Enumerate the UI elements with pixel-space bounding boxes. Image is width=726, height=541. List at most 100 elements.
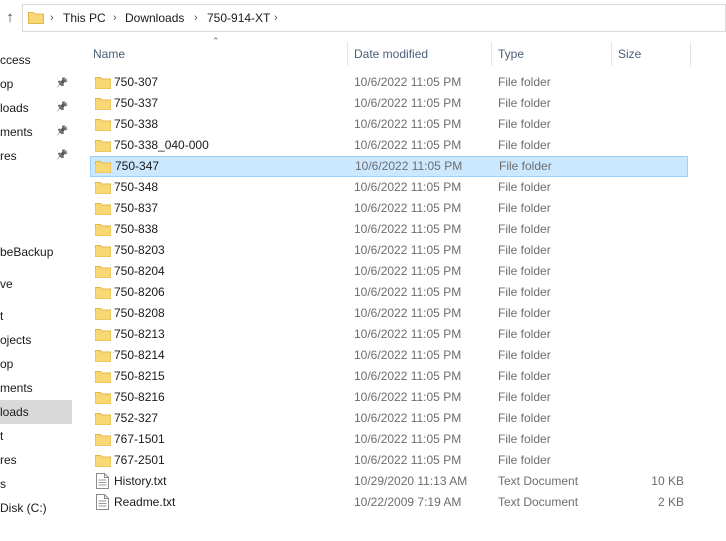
folder-row[interactable]: 750-338 10/6/2022 11:05 PM File folder	[90, 114, 688, 135]
file-date-modified: 10/6/2022 11:05 PM	[354, 243, 462, 257]
file-date-modified: 10/6/2022 11:05 PM	[354, 348, 462, 362]
nav-item[interactable]: ments 📌	[0, 120, 72, 144]
file-date-modified: 10/6/2022 11:05 PM	[354, 201, 462, 215]
column-header-size[interactable]: Size	[618, 42, 641, 66]
folder-icon	[95, 203, 111, 215]
file-date-modified: 10/6/2022 11:05 PM	[354, 138, 462, 152]
nav-item[interactable]: loads 📌	[0, 96, 72, 120]
nav-item[interactable]: ments	[0, 376, 72, 400]
nav-item[interactable]: beBackup	[0, 240, 72, 264]
chevron-right-icon: ›	[113, 12, 117, 24]
folder-row[interactable]: 750-338_040-000 10/6/2022 11:05 PM File fo…	[90, 135, 688, 156]
nav-item-label: ccess	[0, 53, 31, 67]
file-name: 750-307	[114, 75, 159, 89]
file-date-modified: 10/6/2022 11:05 PM	[354, 96, 462, 110]
arrow-up-icon[interactable]: ↑	[2, 9, 18, 27]
nav-item-label: res	[0, 453, 17, 467]
column-divider[interactable]	[347, 42, 348, 66]
nav-item[interactable]: op	[0, 352, 72, 376]
file-type: File folder	[498, 432, 551, 446]
folder-row[interactable]: 750-8203 10/6/2022 11:05 PM File folder	[90, 240, 688, 261]
address-box[interactable]: › This PC › Downloads › 750-914-XT ›	[22, 4, 726, 32]
file-name: 750-838	[114, 222, 159, 236]
file-name: 750-8215	[114, 369, 165, 383]
folder-row[interactable]: 750-8213 10/6/2022 11:05 PM File folder	[90, 324, 688, 345]
nav-item[interactable]: ve	[0, 272, 72, 296]
file-date-modified: 10/6/2022 11:05 PM	[354, 180, 462, 194]
folder-row[interactable]: 750-337 10/6/2022 11:05 PM File folder	[90, 93, 688, 114]
folder-row[interactable]: 750-838 10/6/2022 11:05 PM File folder	[90, 219, 688, 240]
folder-row[interactable]: 767-1501 10/6/2022 11:05 PM File folder	[90, 429, 688, 450]
file-date-modified: 10/22/2009 7:19 AM	[354, 495, 462, 509]
file-name: 750-338	[114, 117, 159, 131]
nav-item[interactable]: res 📌	[0, 144, 72, 168]
file-name: 750-8208	[114, 306, 165, 320]
file-date-modified: 10/29/2020 11:13 AM	[354, 474, 468, 488]
column-divider[interactable]	[491, 42, 492, 66]
address-bar-row: ↑ › This PC › Downloads › 750-914-XT ›	[0, 0, 726, 36]
column-header-type[interactable]: Type	[498, 42, 524, 66]
folder-row[interactable]: 752-327 10/6/2022 11:05 PM File folder	[90, 408, 688, 429]
folder-row[interactable]: 750-307 10/6/2022 11:05 PM File folder	[90, 72, 688, 93]
breadcrumb-downloads[interactable]: Downloads	[125, 11, 184, 25]
file-name: 750-347	[115, 159, 160, 173]
nav-item[interactable]: ccess	[0, 48, 72, 72]
column-header-date-modified[interactable]: Date modified	[354, 42, 428, 66]
nav-item-label: Disk (C:)	[0, 501, 47, 515]
nav-item[interactable]: t	[0, 424, 72, 448]
file-type: File folder	[498, 180, 551, 194]
folder-icon	[28, 12, 44, 24]
breadcrumb-this-pc[interactable]: This PC	[63, 11, 106, 25]
folder-icon	[95, 161, 111, 173]
column-divider[interactable]	[690, 42, 691, 66]
nav-item[interactable]: t	[0, 304, 72, 328]
nav-item[interactable]: res	[0, 448, 72, 472]
sort-caret-icon: ⌃	[212, 36, 220, 46]
file-date-modified: 10/6/2022 11:05 PM	[354, 222, 462, 236]
file-type: File folder	[498, 390, 551, 404]
folder-icon	[95, 308, 111, 320]
folder-row[interactable]: 750-8206 10/6/2022 11:05 PM File folder	[90, 282, 688, 303]
column-header-name[interactable]: Name	[93, 42, 125, 66]
nav-item[interactable]: ojects	[0, 328, 72, 352]
file-type: File folder	[498, 201, 551, 215]
folder-icon	[95, 266, 111, 278]
folder-row[interactable]: 750-837 10/6/2022 11:05 PM File folder	[90, 198, 688, 219]
folder-icon	[95, 287, 111, 299]
nav-item-label: res	[0, 149, 17, 163]
pin-icon: 📌	[55, 126, 68, 137]
file-size: 10 KB	[651, 474, 684, 488]
folder-icon	[95, 392, 111, 404]
chevron-right-icon[interactable]: ›	[274, 11, 278, 25]
file-date-modified: 10/6/2022 11:05 PM	[354, 264, 462, 278]
file-date-modified: 10/6/2022 11:05 PM	[354, 453, 462, 467]
folder-icon	[95, 455, 111, 467]
file-row[interactable]: Readme.txt 10/22/2009 7:19 AM Text Documen…	[90, 492, 688, 513]
folder-row[interactable]: 767-2501 10/6/2022 11:05 PM File folder	[90, 450, 688, 471]
file-name: 750-8203	[114, 243, 165, 257]
file-type: File folder	[498, 369, 551, 383]
folder-row[interactable]: 750-8214 10/6/2022 11:05 PM File folder	[90, 345, 688, 366]
nav-item-label: op	[0, 77, 14, 91]
nav-item-label: ments	[0, 381, 33, 395]
folder-row[interactable]: 750-8204 10/6/2022 11:05 PM File folder	[90, 261, 688, 282]
nav-item[interactable]: Disk (C:)	[0, 496, 72, 520]
nav-item-label: s	[0, 477, 6, 491]
file-name: 750-8214	[114, 348, 165, 362]
folder-row[interactable]: 750-8216 10/6/2022 11:05 PM File folder	[90, 387, 688, 408]
file-type: File folder	[498, 96, 551, 110]
file-row[interactable]: History.txt 10/29/2020 11:13 AM Text Docum…	[90, 471, 688, 492]
breadcrumb-750-914-xt[interactable]: 750-914-XT	[207, 11, 270, 25]
folder-row[interactable]: 750-8208 10/6/2022 11:05 PM File folder	[90, 303, 688, 324]
nav-item[interactable]: s	[0, 472, 72, 496]
file-type: File folder	[498, 306, 551, 320]
nav-item[interactable]: op 📌	[0, 72, 72, 96]
folder-row[interactable]: 750-8215 10/6/2022 11:05 PM File folder	[90, 366, 688, 387]
column-divider[interactable]	[611, 42, 612, 66]
folder-row[interactable]: 750-347 10/6/2022 11:05 PM File folder	[90, 156, 688, 177]
nav-item-label: ve	[0, 277, 13, 291]
nav-item-label: ojects	[0, 333, 32, 347]
folder-row[interactable]: 750-348 10/6/2022 11:05 PM File folder	[90, 177, 688, 198]
nav-item-label: beBackup	[0, 245, 54, 259]
nav-item[interactable]: loads	[0, 400, 72, 424]
